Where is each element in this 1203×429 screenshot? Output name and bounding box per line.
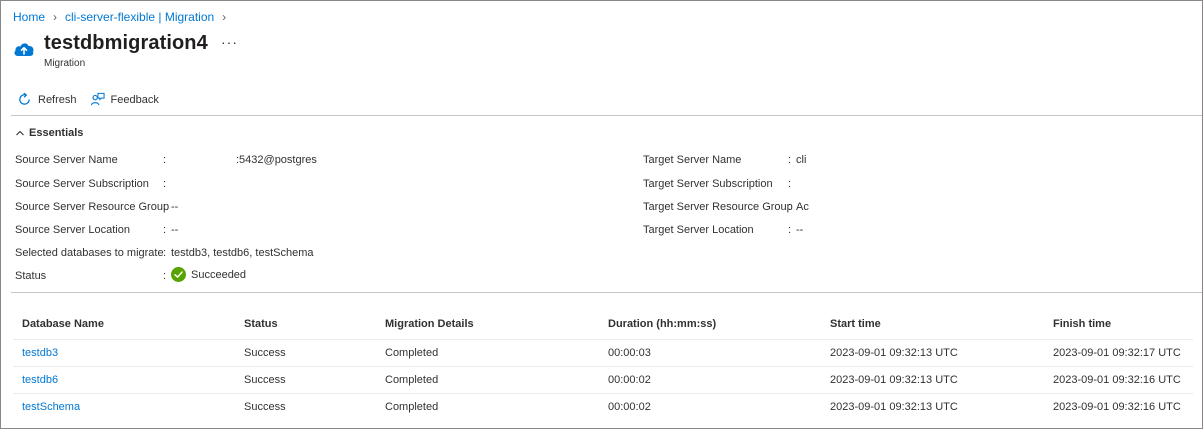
target-server-location-label: Target Server Location [643,224,754,236]
feedback-label: Feedback [110,93,159,106]
refresh-button[interactable]: Refresh [17,92,77,107]
finish-time-cell: 2023-09-01 09:32:16 UTC [1044,392,1193,420]
colon: : [163,201,167,213]
status-value: Succeeded [171,267,246,282]
chevron-up-icon [16,130,24,136]
migration-details-cell: Completed [376,365,599,393]
colon: : [788,154,792,166]
page-title: testdbmigration4 [44,32,208,54]
start-time-cell: 2023-09-01 09:32:13 UTC [821,392,1044,420]
status-label: Status [15,270,47,282]
target-server-name-label: Target Server Name [643,154,742,166]
colon: : [163,224,167,236]
divider [11,115,1202,116]
target-server-name-value: cli [796,154,807,166]
start-time-cell: 2023-09-01 09:32:13 UTC [821,338,1044,366]
finish-time-cell: 2023-09-01 09:32:17 UTC [1044,338,1193,366]
check-circle-icon [171,267,186,282]
database-link[interactable]: testdb3 [22,347,58,359]
duration-cell: 00:00:03 [599,338,821,366]
refresh-icon [19,92,30,105]
chevron-right-icon: › [222,10,227,24]
colon: : [788,224,792,236]
colon: : [788,201,792,213]
feedback-button[interactable]: Feedback [90,92,159,107]
status-cell: Success [235,338,376,366]
finish-time-cell: 2023-09-01 09:32:16 UTC [1044,365,1193,393]
migration-databases-table: Database Name Status Migration Details D… [13,309,1193,420]
table-row: testdb3 Success Completed 00:00:03 2023-… [13,338,1193,366]
breadcrumb: Home › cli-server-flexible | Migration › [13,10,234,24]
start-time-cell: 2023-09-01 09:32:13 UTC [821,365,1044,393]
database-name-cell: testdb6 [13,365,235,393]
source-server-resource-group-value: -- [171,201,179,213]
breadcrumb-home[interactable]: Home [13,10,45,24]
colon: : [163,154,167,166]
selected-databases-value: testdb3, testdb6, testSchema [171,247,314,259]
target-server-location-value: -- [796,224,804,236]
colon: : [788,178,792,190]
source-server-name-label: Source Server Name [15,154,118,166]
selected-databases-label: Selected databases to migrate [15,247,164,259]
duration-cell: 00:00:02 [599,392,821,420]
command-bar: Refresh Feedback [17,92,172,107]
table-row: testSchema Success Completed 00:00:02 20… [13,392,1193,420]
source-server-resource-group-label: Source Server Resource Group [15,201,170,213]
status-cell: Success [235,365,376,393]
cloud-upload-icon [14,43,34,56]
column-header-duration[interactable]: Duration (hh:mm:ss) [599,309,821,339]
column-header-migration-details[interactable]: Migration Details [376,309,599,339]
migration-details-cell: Completed [376,392,599,420]
page-subtitle: Migration [44,58,86,69]
column-header-status[interactable]: Status [235,309,376,339]
divider [11,292,1202,293]
source-server-name-value: :5432@postgres [236,154,317,166]
colon: : [163,247,167,259]
column-header-start-time[interactable]: Start time [821,309,1044,339]
target-server-resource-group-label: Target Server Resource Group [643,201,793,213]
chevron-right-icon: › [53,10,58,24]
essentials-toggle[interactable]: Essentials [15,127,83,139]
refresh-label: Refresh [38,93,77,106]
target-server-subscription-label: Target Server Subscription [643,178,773,190]
source-server-location-value: -- [171,224,179,236]
duration-cell: 00:00:02 [599,365,821,393]
target-server-resource-group-value: Ac [796,201,809,213]
essentials-label: Essentials [29,127,84,139]
database-link[interactable]: testSchema [22,401,80,413]
source-server-subscription-label: Source Server Subscription [15,178,149,190]
status-text: Succeeded [191,268,247,281]
colon: : [163,178,167,190]
database-link[interactable]: testdb6 [22,374,58,386]
table-header-row: Database Name Status Migration Details D… [13,309,1193,339]
column-header-database-name[interactable]: Database Name [13,309,235,339]
source-server-location-label: Source Server Location [15,224,130,236]
more-options-button[interactable]: ··· [221,34,238,50]
column-header-finish-time[interactable]: Finish time [1044,309,1193,339]
migration-details-cell: Completed [376,338,599,366]
feedback-icon [90,92,105,106]
database-name-cell: testdb3 [13,338,235,366]
table-row: testdb6 Success Completed 00:00:02 2023-… [13,365,1193,393]
breadcrumb-server-migration[interactable]: cli-server-flexible | Migration [65,10,214,24]
status-cell: Success [235,392,376,420]
database-name-cell: testSchema [13,392,235,420]
migration-page: Home › cli-server-flexible | Migration ›… [0,0,1203,429]
colon: : [163,270,167,282]
